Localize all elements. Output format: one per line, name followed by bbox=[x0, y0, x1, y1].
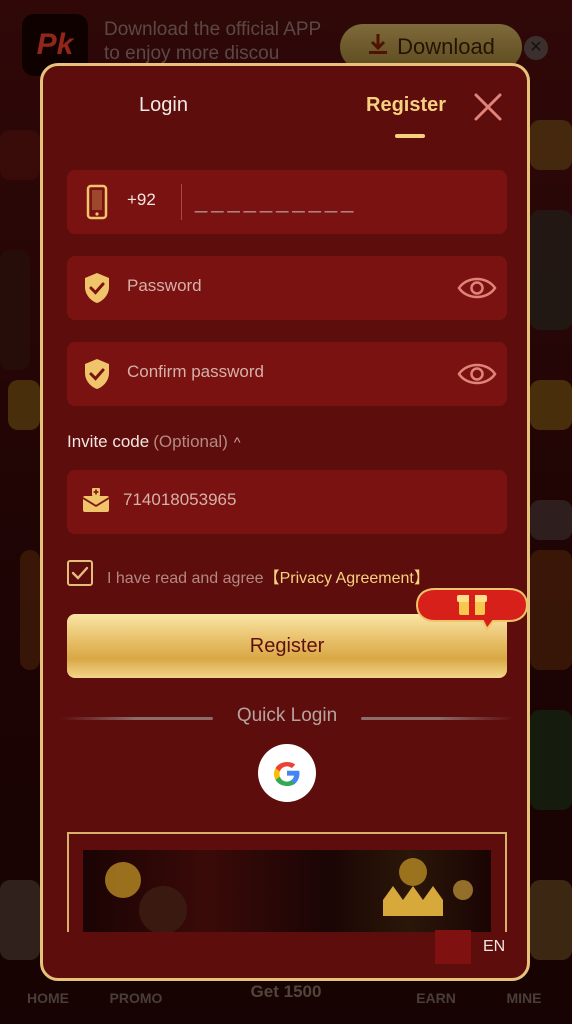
envelope-plus-icon bbox=[81, 486, 111, 516]
checkmark-icon bbox=[71, 566, 89, 580]
auth-modal: Login Register +92 __________ Password C… bbox=[40, 63, 530, 981]
eye-icon bbox=[457, 363, 497, 385]
eye-icon bbox=[457, 277, 497, 299]
gift-badge[interactable] bbox=[413, 587, 527, 631]
toggle-password-visibility[interactable] bbox=[457, 274, 497, 302]
invite-code-field[interactable]: 714018053965 bbox=[67, 470, 507, 534]
privacy-agreement-link[interactable]: 【Privacy Agreement】 bbox=[264, 570, 430, 587]
invite-code-toggle[interactable]: Invite code (Optional) ^ bbox=[67, 432, 240, 452]
google-icon bbox=[274, 762, 300, 786]
promo-banner-frame bbox=[67, 832, 507, 932]
country-code[interactable]: +92 bbox=[127, 190, 156, 210]
phone-icon bbox=[83, 184, 111, 220]
password-field[interactable]: Password bbox=[67, 256, 507, 320]
close-icon bbox=[474, 93, 502, 121]
shield-check-icon bbox=[83, 356, 111, 392]
divider-line-right bbox=[361, 717, 513, 720]
close-button[interactable] bbox=[471, 90, 505, 124]
agreement-checkbox[interactable] bbox=[67, 560, 93, 586]
divider-line-left bbox=[61, 717, 213, 720]
invite-code-label: Invite code bbox=[67, 432, 150, 451]
language-code: EN bbox=[483, 938, 506, 955]
tab-register[interactable]: Register bbox=[366, 94, 446, 117]
confirm-password-input[interactable]: Confirm password bbox=[127, 362, 264, 382]
invite-optional-label: (Optional) bbox=[153, 432, 228, 451]
quick-login-label: Quick Login bbox=[236, 705, 338, 726]
google-login-button[interactable] bbox=[258, 744, 316, 802]
phone-input[interactable]: __________ bbox=[195, 188, 357, 214]
phone-field[interactable]: +92 __________ bbox=[67, 170, 507, 234]
field-divider bbox=[181, 184, 182, 220]
gift-box-icon bbox=[457, 595, 487, 615]
confirm-password-field[interactable]: Confirm password bbox=[67, 342, 507, 406]
flag-icon bbox=[435, 930, 471, 964]
quick-login-divider: Quick Login bbox=[61, 705, 513, 735]
toggle-confirm-visibility[interactable] bbox=[457, 360, 497, 388]
password-input[interactable]: Password bbox=[127, 276, 202, 296]
invite-code-input[interactable]: 714018053965 bbox=[123, 490, 236, 510]
promo-banner-image[interactable] bbox=[83, 850, 491, 932]
active-tab-indicator bbox=[395, 134, 425, 138]
agreement-text: I have read and agree bbox=[107, 570, 264, 587]
shield-check-icon bbox=[83, 270, 111, 306]
tab-login[interactable]: Login bbox=[139, 94, 188, 117]
agreement-text-wrap: I have read and agree【Privacy Agreement】 bbox=[107, 564, 430, 588]
chevron-up-icon: ^ bbox=[233, 434, 241, 450]
